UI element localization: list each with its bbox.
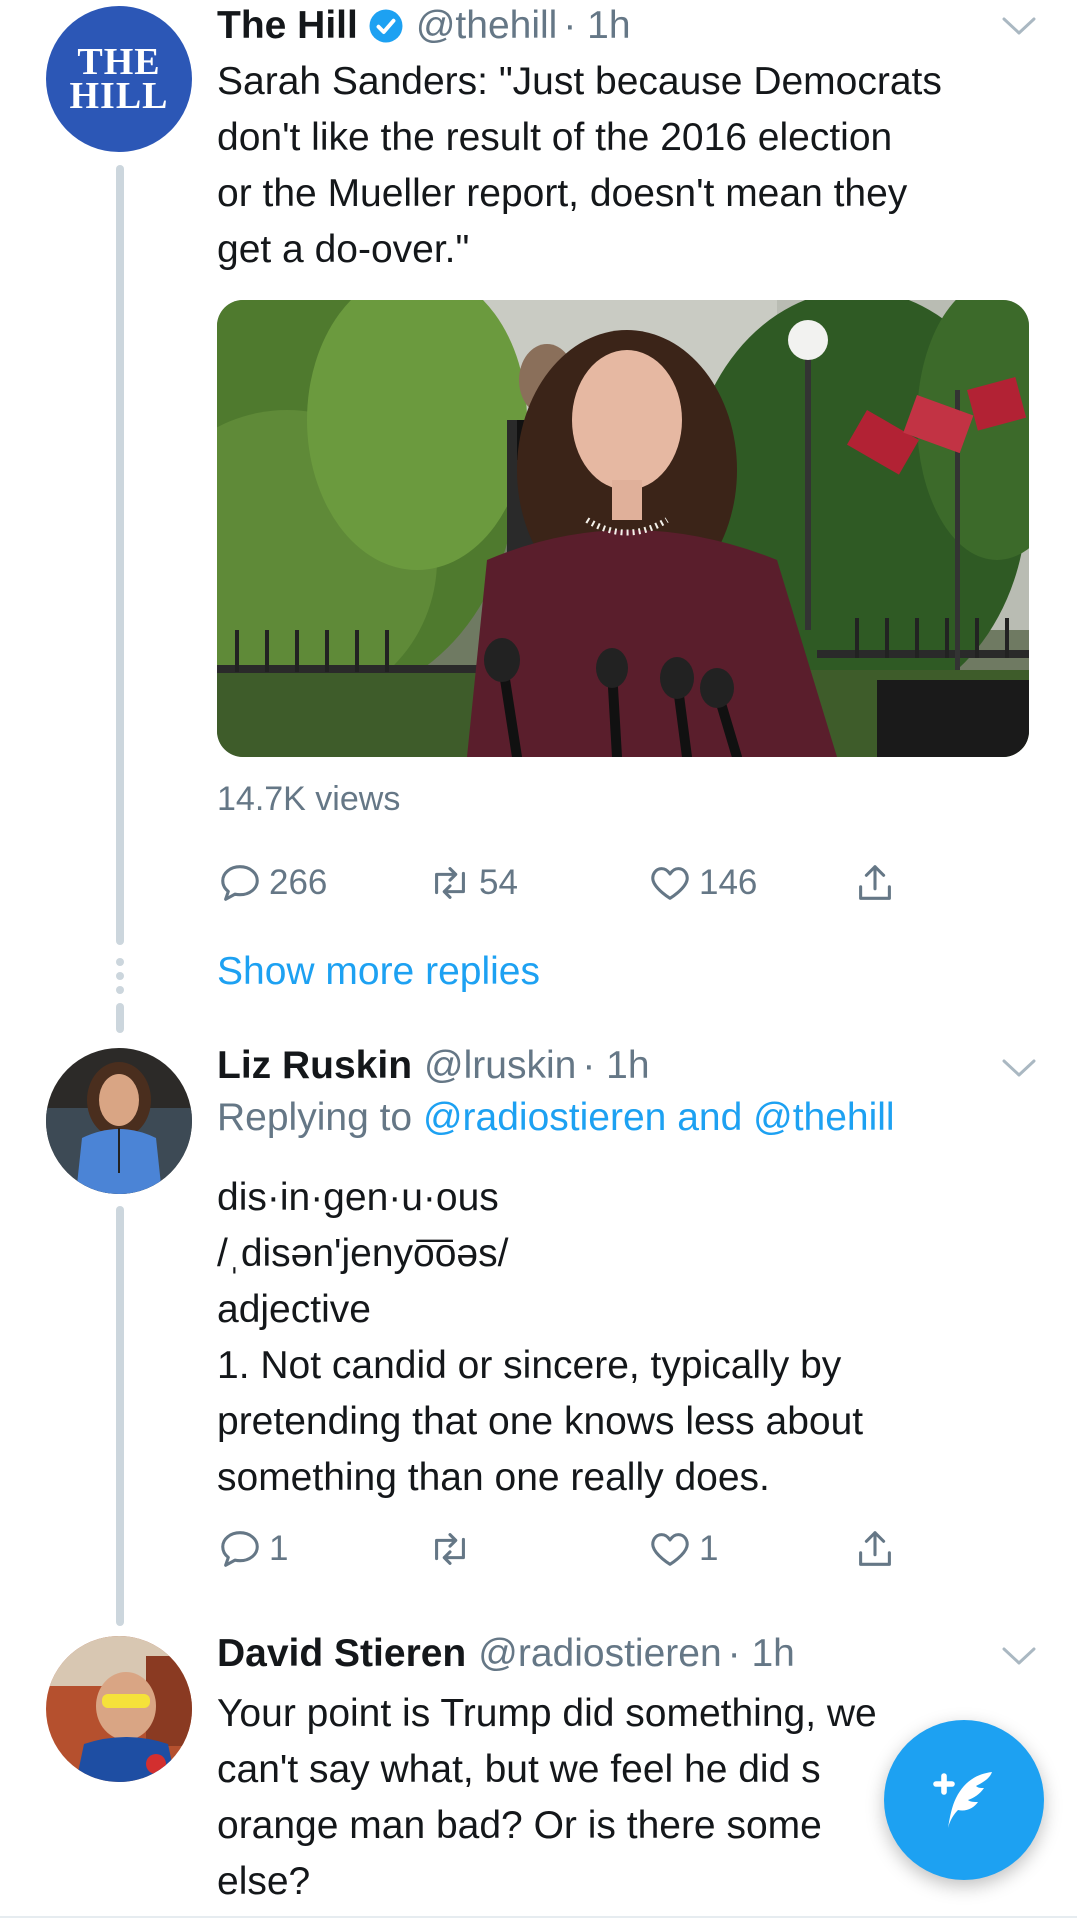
- author-name[interactable]: Liz Ruskin: [217, 1044, 412, 1088]
- replying-to: Replying to @radiostieren and @thehill: [217, 1096, 895, 1140]
- mention-link[interactable]: @radiostieren: [423, 1096, 666, 1139]
- retweet-icon: [435, 1533, 465, 1565]
- view-count: 14.7K views: [217, 780, 401, 818]
- tweet-text-line: pretending that one knows less about: [217, 1400, 864, 1443]
- replying-and: and: [677, 1096, 743, 1139]
- retweet-button[interactable]: 54: [427, 858, 518, 908]
- reply-button[interactable]: 1: [217, 1524, 288, 1574]
- tweet-text-line: adjective: [217, 1288, 371, 1331]
- video-thumbnail[interactable]: [217, 300, 1029, 757]
- bottom-divider: [0, 1916, 1077, 1918]
- video-scene-image: [217, 300, 1029, 757]
- like-button[interactable]: 1: [647, 1524, 718, 1574]
- thread-line: [116, 165, 124, 945]
- tweet-text-line: /ˌdisən'jenyo͞oəs/: [217, 1232, 509, 1275]
- reply-count: 266: [269, 863, 328, 902]
- show-more-replies-link[interactable]: Show more replies: [217, 950, 540, 994]
- tweet-header: Liz Ruskin @lruskin · 1h: [217, 1040, 650, 1092]
- share-button[interactable]: [852, 1524, 904, 1574]
- reply-icon: [221, 1531, 259, 1567]
- verified-badge-icon: [369, 9, 403, 43]
- retweet-button[interactable]: [427, 1524, 479, 1574]
- tweet-text-line: get a do-over.": [217, 228, 470, 271]
- thread-gap-dots: [114, 958, 126, 1000]
- tweet-header: The Hill @thehill · 1h: [217, 0, 631, 52]
- tweet-time: · 1h: [582, 1044, 650, 1087]
- author-handle[interactable]: @radiostieren: [478, 1632, 721, 1676]
- chevron-down-icon[interactable]: [1001, 1644, 1037, 1668]
- tweet-time: · 1h: [727, 1632, 795, 1675]
- avatar-image: [46, 1048, 192, 1194]
- share-icon: [859, 1531, 891, 1566]
- heart-icon: [651, 867, 689, 900]
- tweet-time: · 1h: [563, 4, 631, 47]
- heart-icon: [651, 1533, 689, 1566]
- author-handle[interactable]: @lruskin: [424, 1044, 576, 1088]
- avatar-david-stieren[interactable]: [46, 1636, 192, 1782]
- mention-link[interactable]: @thehill: [753, 1096, 895, 1139]
- share-icon: [859, 865, 891, 900]
- retweet-count: 54: [479, 863, 518, 902]
- tweet-text-line: Sarah Sanders: "Just because Democrats: [217, 60, 942, 103]
- like-button[interactable]: 146: [647, 858, 757, 908]
- compose-tweet-icon: [933, 1772, 992, 1828]
- avatar-logo-text: HILL: [69, 75, 169, 117]
- tweet-text-line: Your point is Trump did something, we: [217, 1692, 877, 1735]
- reply-icon: [221, 865, 259, 901]
- avatar-the-hill[interactable]: THE HILL: [46, 6, 192, 152]
- avatar-logo-text: THE: [77, 41, 161, 83]
- avatar-liz-ruskin[interactable]: [46, 1048, 192, 1194]
- retweet-icon: [435, 867, 465, 899]
- reply-button[interactable]: 266: [217, 858, 327, 908]
- tweet-text: Sarah Sanders: "Just because Democrats d…: [217, 54, 1037, 278]
- thread-line: [116, 1003, 124, 1033]
- avatar-image: [46, 1636, 192, 1782]
- tweet-actions: 266 54 146: [217, 858, 1017, 908]
- like-count: 146: [699, 863, 758, 902]
- tweet-text-line: dis·in·gen·u·ous: [217, 1176, 499, 1219]
- chevron-down-icon[interactable]: [1001, 14, 1037, 38]
- author-handle[interactable]: @thehill: [416, 4, 558, 48]
- tweet-text-line: don't like the result of the 2016 electi…: [217, 116, 893, 159]
- author-name[interactable]: The Hill: [217, 4, 358, 48]
- thread-line: [116, 1206, 124, 1626]
- chevron-down-icon[interactable]: [1001, 1056, 1037, 1080]
- like-count: 1: [699, 1529, 719, 1568]
- tweet-header: David Stieren @radiostieren · 1h: [217, 1628, 795, 1680]
- tweet-text: dis·in·gen·u·ous /ˌdisən'jenyo͞oəs/ adje…: [217, 1170, 1037, 1506]
- tweet-actions: 1 1: [217, 1524, 1017, 1574]
- author-name[interactable]: David Stieren: [217, 1632, 466, 1676]
- replying-to-prefix: Replying to: [217, 1096, 413, 1139]
- compose-tweet-button[interactable]: [884, 1720, 1044, 1880]
- tweet-text-line: or the Mueller report, doesn't mean they: [217, 172, 908, 215]
- tweet-text-line: 1. Not candid or sincere, typically by: [217, 1344, 842, 1387]
- share-button[interactable]: [852, 858, 904, 908]
- tweet-text-line: something than one really does.: [217, 1456, 770, 1499]
- reply-count: 1: [269, 1529, 289, 1568]
